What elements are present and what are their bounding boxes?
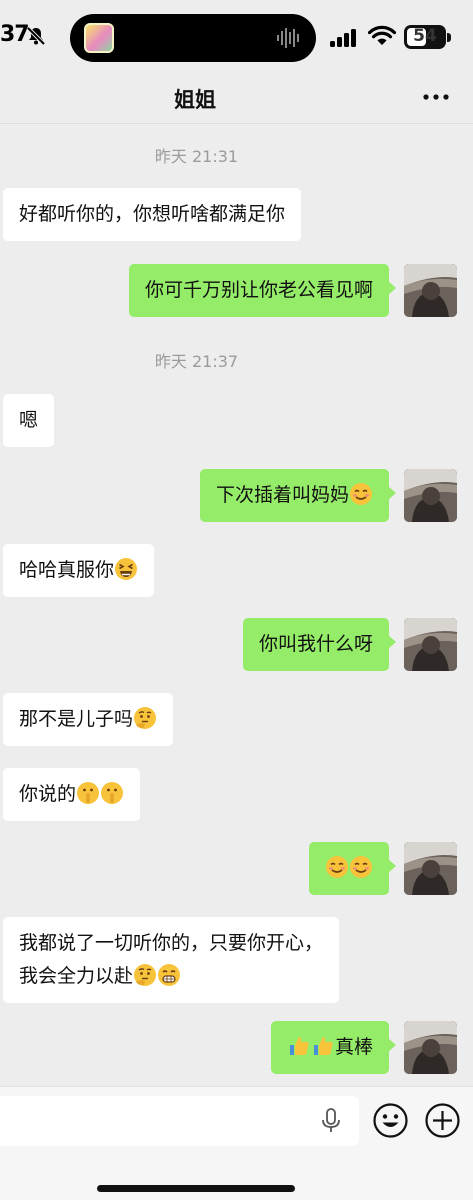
timestamp: 昨天 21:37 — [154, 352, 239, 371]
input-bar — [0, 1086, 473, 1200]
message-bubble-incoming[interactable]: 嗯 — [3, 394, 55, 447]
shushing-emoji — [76, 781, 100, 805]
emoji-face-icon[interactable] — [372, 1102, 409, 1139]
message-bubble-outgoing[interactable]: 下次插着叫妈妈 — [199, 469, 397, 522]
message-text: 你可千万别让你老公看见啊 — [144, 279, 373, 301]
message-bubble-outgoing[interactable] — [309, 842, 396, 895]
audio-wave-icon — [277, 28, 299, 48]
message-bubble-incoming[interactable]: 你说的 — [3, 768, 141, 821]
thinking-emoji — [133, 706, 157, 730]
cellular-signal-icon — [330, 29, 356, 47]
message-text: 哈哈真服你 — [19, 559, 115, 581]
timestamp: 昨天 21:31 — [154, 147, 239, 166]
message-text: 你说的 — [19, 783, 77, 805]
thinking-emoji — [133, 963, 157, 987]
message-text: 嗯 — [19, 409, 39, 431]
message-text: 真棒 — [334, 1036, 373, 1058]
status-time: 37 — [0, 22, 30, 47]
message-bubble-incoming[interactable]: 好都听你的，你想听啥都满足你 — [3, 188, 302, 241]
message-bubble-outgoing[interactable]: 你叫我什么呀 — [242, 618, 397, 671]
shushing-emoji — [100, 781, 124, 805]
battery-percent: 54 — [413, 26, 437, 46]
status-bar: 37 54 — [0, 0, 473, 78]
message-bubble-outgoing[interactable]: 你可千万别让你老公看见啊 — [128, 264, 397, 317]
more-horizontal-icon[interactable] — [418, 82, 454, 112]
bell-muted-icon — [26, 26, 46, 46]
message-text-line: 我都说了一切听你的，只要你开心， — [19, 932, 324, 954]
wifi-icon — [368, 25, 396, 45]
message-text: 那不是儿子吗 — [19, 708, 134, 730]
now-playing-avatar — [84, 23, 114, 53]
laughing-squint-emoji — [114, 557, 138, 581]
avatar[interactable] — [404, 469, 457, 522]
smiling-blush-emoji — [349, 855, 373, 879]
message-bubble-incoming[interactable]: 我都说了一切听你的，只要你开心， 我会全力以赴 — [3, 917, 340, 1003]
grinning-teeth-emoji — [157, 963, 181, 987]
chat-header: 姐姐 — [0, 78, 473, 124]
message-text: 好都听你的，你想听啥都满足你 — [19, 203, 286, 225]
thumbs-up-emoji — [311, 1034, 335, 1058]
plus-circle-icon[interactable] — [424, 1102, 461, 1139]
battery-indicator: 54 — [404, 25, 452, 49]
microphone-icon[interactable] — [319, 1108, 343, 1134]
smiling-blush-emoji — [349, 482, 373, 506]
thumbs-up-emoji — [287, 1034, 311, 1058]
avatar[interactable] — [404, 1021, 457, 1074]
message-text: 你叫我什么呀 — [258, 633, 373, 655]
avatar[interactable] — [404, 618, 457, 671]
dynamic-island[interactable] — [70, 14, 316, 62]
chat-title: 姐姐 — [174, 88, 216, 112]
message-bubble-incoming[interactable]: 那不是儿子吗 — [3, 693, 174, 746]
message-bubble-incoming[interactable]: 哈哈真服你 — [3, 544, 155, 597]
avatar[interactable] — [404, 264, 457, 317]
home-indicator — [97, 1185, 295, 1192]
message-text-line: 我会全力以赴 — [19, 965, 134, 987]
message-input[interactable] — [0, 1096, 359, 1146]
smiling-blush-emoji — [325, 855, 349, 879]
message-bubble-outgoing[interactable]: 真棒 — [270, 1021, 397, 1074]
avatar[interactable] — [404, 842, 457, 895]
message-text: 下次插着叫妈妈 — [215, 484, 349, 506]
